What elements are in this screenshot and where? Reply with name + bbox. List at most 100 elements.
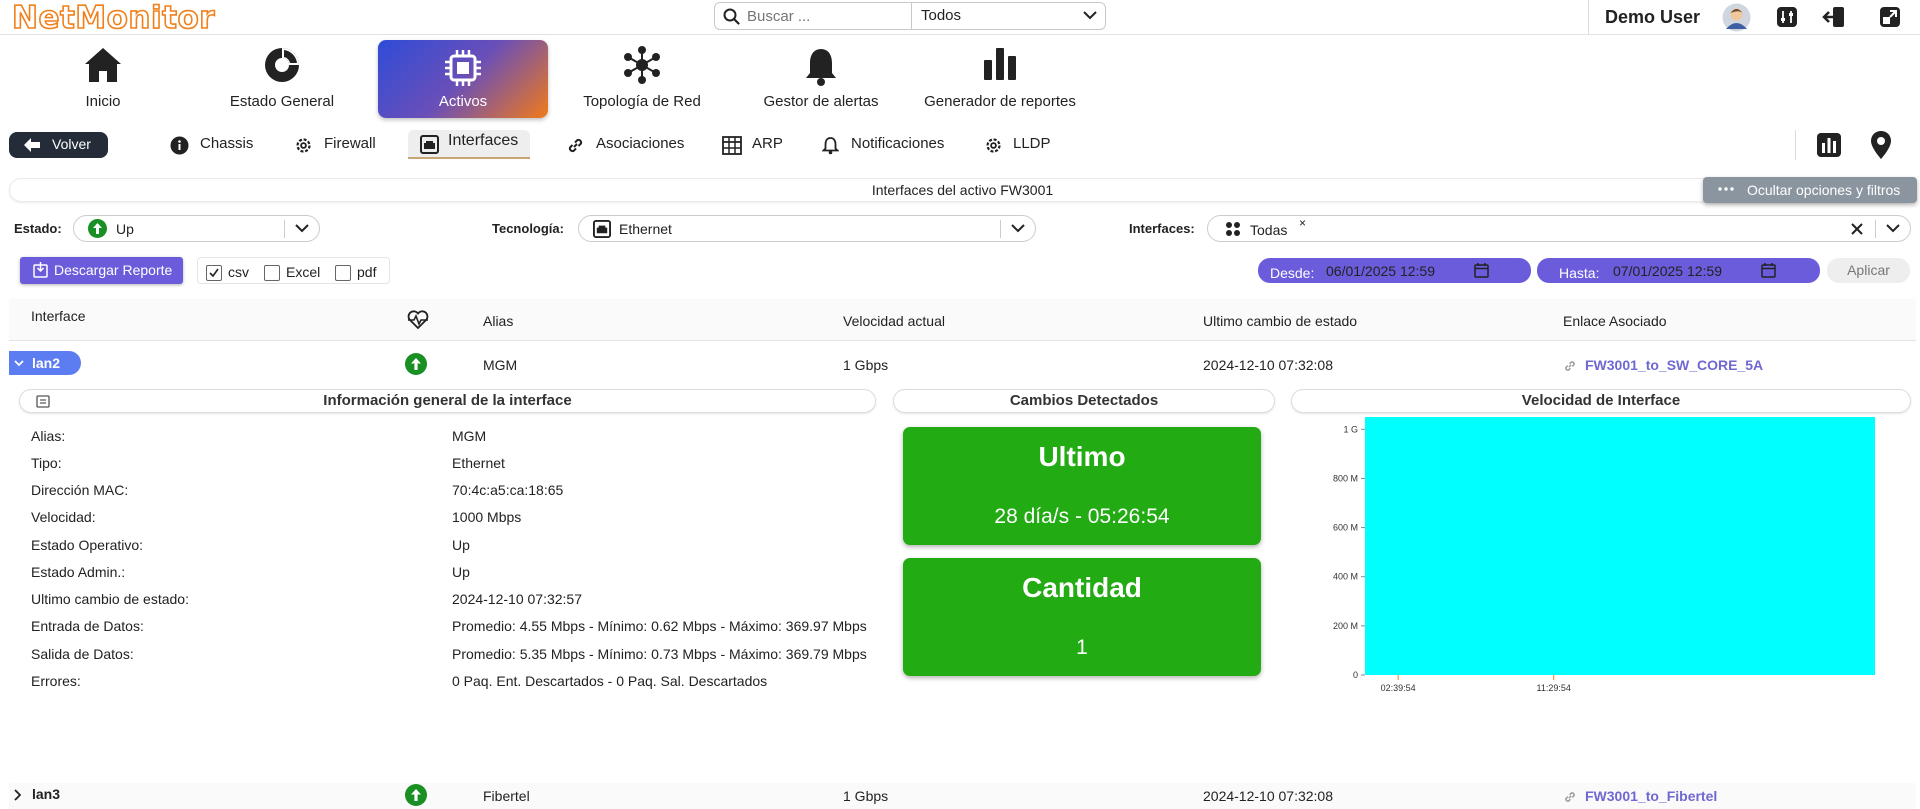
tecnologia-label: Tecnología: <box>492 221 564 236</box>
tab-label: LLDP <box>1013 135 1051 152</box>
tecnologia-select[interactable]: Ethernet <box>578 215 1036 242</box>
date-to-label: Hasta: <box>1559 265 1600 281</box>
remove-tag-button[interactable]: × <box>1299 216 1306 230</box>
pdf-label: pdf <box>357 264 377 280</box>
column-speed[interactable]: Velocidad actual <box>843 313 945 329</box>
csv-checkbox[interactable] <box>206 265 222 281</box>
info-label: Errores: <box>31 673 81 689</box>
nav-gestor-alertas[interactable]: Gestor de alertas <box>758 40 884 112</box>
nav-estado-general[interactable]: Estado General <box>214 40 350 112</box>
chevron-down-icon[interactable] <box>1886 220 1900 236</box>
avatar[interactable] <box>1722 3 1751 32</box>
nav-inicio[interactable]: Inicio <box>36 40 170 112</box>
tab-firewall[interactable]: Firewall <box>294 135 384 157</box>
tab-chassis[interactable]: Chassis <box>170 135 260 157</box>
associated-link[interactable]: FW3001_to_Fibertel <box>1585 788 1717 804</box>
info-value: MGM <box>452 428 487 444</box>
speed-panel-title: Velocidad de Interface <box>1521 392 1681 409</box>
heartbeat-icon[interactable] <box>407 310 429 330</box>
tab-lldp[interactable]: LLDP <box>984 135 1054 157</box>
column-link[interactable]: Enlace Asociado <box>1563 313 1667 329</box>
app-logo[interactable]: NetMonitor <box>11 0 215 37</box>
estado-select[interactable]: Up <box>73 215 320 242</box>
back-button[interactable]: Volver <box>9 132 108 158</box>
stats-view-button[interactable] <box>1810 130 1848 160</box>
nav-label: Inicio <box>85 93 121 110</box>
tab-asociaciones[interactable]: Asociaciones <box>566 135 696 157</box>
nav-label: Gestor de alertas <box>763 93 879 110</box>
alias-cell: MGM <box>483 357 518 373</box>
info-value: Ethernet <box>452 455 505 471</box>
row-expand-toggle[interactable]: lan2 <box>9 351 81 375</box>
nav-activos[interactable]: Activos <box>378 40 548 118</box>
logout-icon[interactable] <box>1822 5 1846 29</box>
chevron-down-icon[interactable] <box>1083 10 1097 20</box>
chevron-down-icon[interactable] <box>295 220 309 236</box>
date-to-field[interactable]: Hasta: 07/01/2025 12:59 <box>1537 258 1820 283</box>
date-to-value[interactable]: 07/01/2025 12:59 <box>1613 263 1722 279</box>
map-view-button[interactable] <box>1862 130 1900 160</box>
changes-panel-header: Cambios Detectados <box>893 389 1275 413</box>
nav-label: Topología de Red <box>583 93 701 110</box>
download-report-button[interactable]: Descargar Reporte <box>20 257 183 284</box>
link-icon <box>1563 790 1577 804</box>
excel-checkbox[interactable] <box>264 265 280 281</box>
tab-arp[interactable]: ARP <box>722 135 783 157</box>
search-input[interactable] <box>747 6 917 26</box>
search-icon <box>723 8 740 25</box>
settings-sliders-icon[interactable] <box>1776 6 1798 28</box>
home-icon <box>83 46 123 84</box>
toolbar-divider <box>1795 130 1796 160</box>
hide-options-label: Ocultar opciones y filtros <box>1747 182 1901 198</box>
x-tick-label: 02:39:54 <box>1381 683 1416 693</box>
nav-topologia[interactable]: Topología de Red <box>578 40 706 112</box>
date-from-field[interactable]: Desde: 06/01/2025 12:59 <box>1258 258 1531 283</box>
calendar-icon[interactable] <box>1761 263 1776 278</box>
associated-link[interactable]: FW3001_to_SW_CORE_5A <box>1585 357 1763 373</box>
y-tick-label: 600 M <box>1333 523 1358 533</box>
last-change-card: Ultimo 28 día/s - 05:26:54 <box>903 427 1261 545</box>
change-count-card-value: 1 <box>1076 636 1088 659</box>
interface-speed-chart: 0 200 M 400 M 600 M 800 M 1 G 02:39:54 11:29:54 <box>1333 417 1875 693</box>
search-box[interactable]: Todos <box>714 2 1106 30</box>
page-title-bar: Interfaces del activo FW3001 <box>9 178 1916 202</box>
arrow-left-icon <box>23 137 41 153</box>
pdf-checkbox[interactable] <box>335 265 351 281</box>
link-icon <box>1563 359 1577 373</box>
gear-icon <box>984 136 1003 155</box>
topology-icon <box>623 46 661 84</box>
search-divider <box>911 3 912 29</box>
switch-view-icon[interactable] <box>1879 6 1901 28</box>
info-label: Estado Operativo: <box>31 537 144 553</box>
calendar-list-icon <box>36 394 50 408</box>
chevron-right-icon[interactable] <box>13 789 21 801</box>
select-divider <box>1000 220 1001 238</box>
info-label: Velocidad: <box>31 509 96 525</box>
link-icon <box>566 136 585 155</box>
clear-icon[interactable] <box>1850 222 1864 236</box>
user-name[interactable]: Demo User <box>1605 7 1700 28</box>
interface-name[interactable]: lan3 <box>32 786 60 802</box>
tab-label: ARP <box>752 135 783 152</box>
column-interface[interactable]: Interface <box>31 308 85 324</box>
info-value: Up <box>452 537 470 553</box>
apply-button[interactable]: Aplicar <box>1827 258 1910 283</box>
nav-generador-reportes[interactable]: Generador de reportes <box>924 40 1076 112</box>
date-from-value[interactable]: 06/01/2025 12:59 <box>1326 263 1435 279</box>
table-icon <box>722 136 742 155</box>
hide-options-button[interactable]: Ocultar opciones y filtros <box>1703 177 1917 203</box>
status-up-icon <box>405 784 427 806</box>
x-tick-label: 11:29:54 <box>1537 683 1571 693</box>
tab-interfaces[interactable]: Interfaces <box>408 130 530 159</box>
chevron-down-icon[interactable] <box>1011 220 1025 236</box>
change-count-card-title: Cantidad <box>1022 572 1142 603</box>
calendar-icon[interactable] <box>1474 263 1489 278</box>
y-tick-label: 0 <box>1353 670 1358 680</box>
column-last-change[interactable]: Ultimo cambio de estado <box>1203 313 1357 329</box>
chip-icon <box>443 48 483 88</box>
search-scope-select[interactable]: Todos <box>921 7 961 24</box>
tab-notificaciones[interactable]: Notificaciones <box>822 135 952 157</box>
interfaces-select[interactable]: Todas × <box>1207 215 1911 242</box>
column-alias[interactable]: Alias <box>483 313 513 329</box>
info-value: 2024-12-10 07:32:57 <box>452 591 582 607</box>
